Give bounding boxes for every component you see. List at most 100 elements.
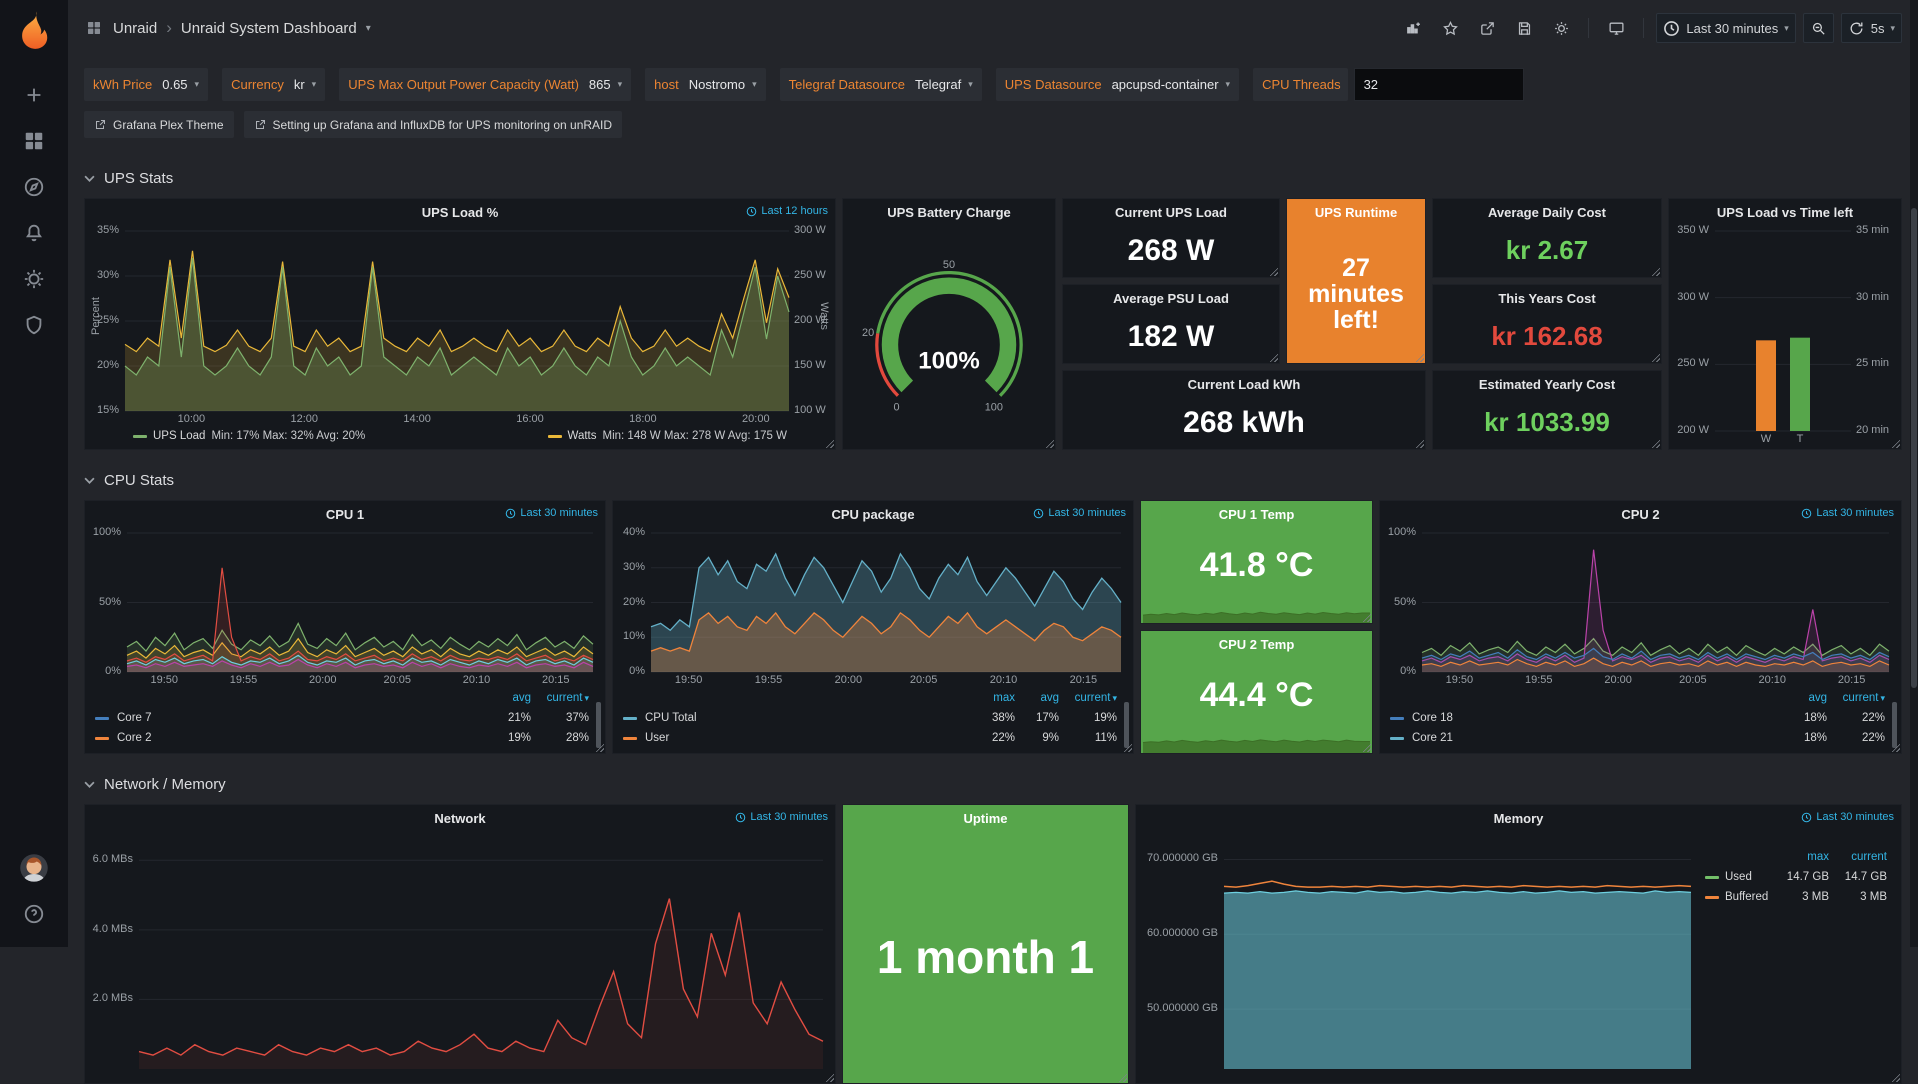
cycle-view-monitor-button[interactable] (1601, 13, 1631, 43)
panel-current-ups-load: Current UPS Load 268 W (1062, 198, 1280, 278)
create-icon[interactable] (11, 72, 57, 118)
panel-time-override: Last 30 minutes (1033, 507, 1126, 519)
panel-this-years-cost: This Years Cost kr 162.68 (1432, 284, 1662, 364)
row-cpu-stats: CPU 1 Last 30 minutes 100%50%0%19:5019:5… (68, 500, 1918, 754)
legend-table: maxavgcurrent▾ CPU Total38%17%19% User22… (613, 688, 1133, 753)
legend-row: Core 2118%22% (1390, 728, 1885, 748)
page-scrollbar-thumb[interactable] (1911, 208, 1917, 688)
legend-row: Buffered3 MB3 MB (1705, 887, 1887, 907)
share-button[interactable] (1472, 13, 1502, 43)
zoom-out-button[interactable] (1803, 13, 1834, 43)
legend-table: avgcurrent▾ Core 721%37% Core 219%28% (85, 688, 605, 753)
time-range-picker[interactable]: Last 30 minutes ▾ (1656, 13, 1795, 43)
caret-down-icon: ▾ (312, 79, 317, 90)
legend-row: Core 721%37% (95, 708, 589, 728)
sort-caret-icon: ▾ (1880, 693, 1885, 703)
caret-down-icon: ▾ (1226, 79, 1231, 90)
legend-item[interactable]: UPS LoadMin: 17% Max: 32% Avg: 20% (133, 430, 365, 442)
clock-icon (1801, 508, 1812, 519)
stat-value: kr 1033.99 (1433, 397, 1661, 449)
star-button[interactable] (1435, 13, 1465, 43)
panel-memory: Memory Last 30 minutes 70.000000 GB60.00… (1135, 804, 1902, 1084)
variable-host[interactable]: hostNostromo▾ (645, 68, 765, 101)
legend-scrollbar[interactable] (1892, 702, 1897, 748)
variable-kwh-price[interactable]: kWh Price0.65▾ (84, 68, 208, 101)
refresh-button[interactable]: 5s ▾ (1841, 13, 1902, 43)
breadcrumb-separator-icon: › (166, 18, 172, 38)
save-button[interactable] (1509, 13, 1539, 43)
panel-time-override: Last 30 minutes (735, 811, 828, 823)
network-chart[interactable]: 6.0 MBs4.0 MBs2.0 MBs (85, 831, 835, 1083)
stat-value: 27 minutes left! (1287, 225, 1425, 363)
cpu1-temp-sparkline (1141, 599, 1372, 623)
server-admin-shield-icon[interactable] (11, 302, 57, 348)
clock-icon (735, 812, 746, 823)
link-ups-monitoring-guide[interactable]: Setting up Grafana and InfluxDB for UPS … (244, 111, 623, 138)
dashboard-submenu: kWh Price0.65▾ Currencykr▾ UPS Max Outpu… (68, 56, 1918, 148)
section-cpu-stats[interactable]: CPU Stats (68, 465, 1918, 495)
panel-ups-load: UPS Load % Last 12 hours Percent Watts 3… (84, 198, 836, 450)
link-grafana-plex-theme[interactable]: Grafana Plex Theme (84, 111, 234, 138)
caret-down-icon: ▾ (618, 79, 623, 90)
legend-row: Core 219%28% (95, 728, 589, 748)
stat-value: 268 W (1063, 225, 1279, 277)
panel-time-override: Last 30 minutes (1801, 507, 1894, 519)
refresh-interval-label: 5s (1871, 21, 1885, 36)
stat-value: 182 W (1063, 311, 1279, 363)
cpu-temps-column: CPU 1 Temp 41.8 °C CPU 2 Temp 44.4 °C (1140, 500, 1373, 754)
alerting-icon[interactable] (11, 210, 57, 256)
dashboard-settings-button[interactable] (1546, 13, 1576, 43)
section-network-memory[interactable]: Network / Memory (68, 769, 1918, 799)
legend-table: avgcurrent▾ Core 1818%22% Core 2118%22% (1380, 688, 1901, 753)
gauge-value: 100% (918, 348, 980, 375)
variable-ups-max-power[interactable]: UPS Max Output Power Capacity (Watt)865▾ (339, 68, 631, 101)
legend-row: Used14.7 GB14.7 GB (1705, 867, 1887, 887)
configuration-gear-icon[interactable] (11, 256, 57, 302)
variable-telegraf-datasource[interactable]: Telegraf DatasourceTelegraf▾ (780, 68, 982, 101)
legend-scrollbar[interactable] (596, 702, 601, 748)
cpu2-temp-sparkline (1141, 729, 1372, 753)
user-avatar[interactable] (11, 845, 57, 891)
panel-average-psu-load: Average PSU Load 182 W (1062, 284, 1280, 364)
variable-ups-datasource[interactable]: UPS Datasourceapcupsd-container▾ (996, 68, 1239, 101)
ups-load-vs-time-chart[interactable]: 350 W300 W250 W200 W35 min30 min25 min20… (1669, 225, 1901, 449)
svg-text:50: 50 (943, 259, 955, 271)
panel-network: Network Last 30 minutes 6.0 MBs4.0 MBs2.… (84, 804, 836, 1084)
legend: UPS LoadMin: 17% Max: 32% Avg: 20% Watts… (85, 427, 835, 449)
memory-chart[interactable]: 70.000000 GB60.000000 GB50.000000 GB (1136, 831, 1701, 1083)
cpu2-chart[interactable]: 100%50%0%19:5019:5520:0020:0520:1020:15 (1380, 527, 1901, 688)
breadcrumb-org[interactable]: Unraid (113, 20, 157, 37)
ups-load-chart[interactable]: Percent Watts 35%30%25%20%15%300 W250 W2… (85, 225, 835, 427)
cpu1-chart[interactable]: 100%50%0%19:5019:5520:0020:0520:1020:15 (85, 527, 605, 688)
stat-value: 268 kWh (1063, 397, 1425, 449)
section-ups-stats[interactable]: UPS Stats (68, 163, 1918, 193)
panel-cpu2: CPU 2 Last 30 minutes 100%50%0%19:5019:5… (1379, 500, 1902, 754)
clock-icon (1033, 508, 1044, 519)
svg-text:0: 0 (893, 401, 899, 413)
svg-text:20: 20 (862, 327, 874, 339)
clock-icon (505, 508, 516, 519)
navbar: Unraid › Unraid System Dashboard ▾ Last … (68, 0, 1918, 56)
chevron-down-icon (84, 781, 95, 788)
stat-value: kr 2.67 (1433, 225, 1661, 277)
cpu-threads-input[interactable] (1354, 68, 1524, 101)
caret-down-icon: ▾ (752, 79, 757, 90)
legend-scrollbar[interactable] (1124, 702, 1129, 748)
panel-time-override: Last 12 hours (746, 205, 828, 217)
cpu-package-chart[interactable]: 40%30%20%10%0%19:5019:5520:0020:0520:102… (613, 527, 1133, 688)
chevron-down-icon (84, 477, 95, 484)
dashboards-icon[interactable] (11, 118, 57, 164)
panel-uptime: Uptime 1 month 1 (842, 804, 1129, 1084)
legend-item[interactable]: WattsMin: 148 W Max: 278 W Avg: 175 W (548, 430, 787, 442)
explore-icon[interactable] (11, 164, 57, 210)
help-icon[interactable] (11, 891, 57, 937)
dashboard-grid-icon (84, 18, 104, 38)
grafana-logo-icon[interactable] (11, 8, 57, 54)
caret-down-icon: ▾ (968, 79, 973, 90)
variable-currency[interactable]: Currencykr▾ (222, 68, 325, 101)
add-panel-button[interactable] (1398, 13, 1428, 43)
breadcrumb-dashboard-title[interactable]: Unraid System Dashboard (181, 20, 357, 37)
row-network-memory: Network Last 30 minutes 6.0 MBs4.0 MBs2.… (68, 804, 1918, 1084)
ups-stat-grid: Current UPS Load 268 W UPS Runtime 27 mi… (1062, 198, 1662, 450)
caret-down-icon: ▾ (195, 79, 200, 90)
